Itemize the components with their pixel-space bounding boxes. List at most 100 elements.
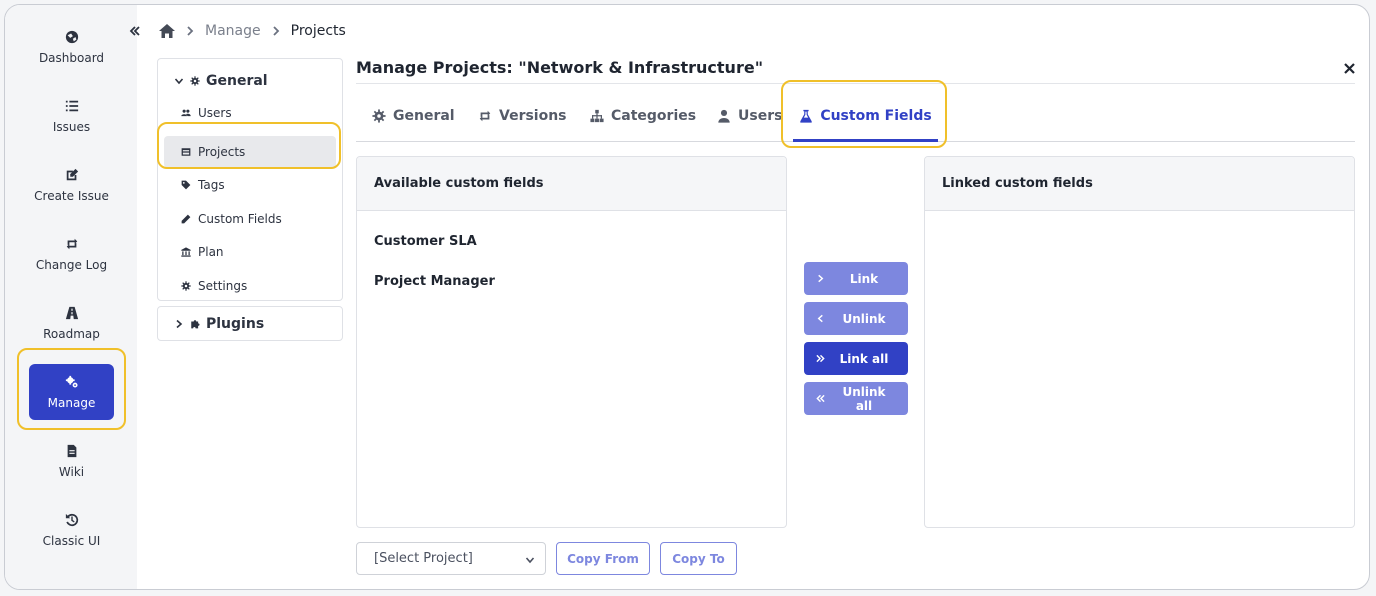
tab-categories[interactable]: Categories: [590, 91, 696, 141]
bank-icon: [181, 247, 191, 257]
double-chevron-right-icon: [815, 354, 825, 363]
nav-item-create-issue[interactable]: Create Issue: [29, 157, 114, 213]
breadcrumb-manage[interactable]: Manage: [205, 23, 261, 39]
nav-item-change-log[interactable]: Change Log: [29, 226, 114, 282]
list-icon: [65, 100, 78, 111]
tab-general[interactable]: General: [372, 91, 455, 141]
gear-icon: [372, 109, 386, 123]
breadcrumb: Manage Projects: [159, 23, 346, 39]
chevron-right-icon: [271, 26, 281, 36]
nav-item-dashboard[interactable]: Dashboard: [29, 19, 114, 75]
chevron-right-icon: [185, 26, 195, 36]
home-button[interactable]: [159, 23, 175, 39]
submenu-item-plan[interactable]: Plan: [164, 236, 336, 268]
tab-versions[interactable]: Versions: [478, 91, 567, 141]
linked-fields-header: Linked custom fields: [925, 157, 1354, 211]
unlink-button-label: Unlink: [842, 311, 886, 326]
tab-label: Users: [738, 108, 783, 124]
tab-label: Custom Fields: [820, 108, 932, 124]
submenu-item-custom-fields[interactable]: Custom Fields: [164, 203, 336, 235]
tab-custom-fields[interactable]: Custom Fields: [793, 91, 938, 141]
submenu-general-toggle[interactable]: General: [174, 73, 268, 89]
chevron-down-icon: [174, 78, 184, 85]
nav-label: Issues: [52, 119, 91, 134]
nav-label: Change Log: [35, 257, 108, 272]
submenu-item-settings[interactable]: Settings: [164, 270, 336, 302]
collapse-sidebar-button[interactable]: [127, 23, 143, 39]
nav-item-issues[interactable]: Issues: [29, 88, 114, 144]
copy-from-button[interactable]: Copy From: [556, 542, 650, 575]
submenu-item-projects[interactable]: Projects: [164, 136, 336, 168]
available-fields-panel: Available custom fields Customer SLA Pro…: [356, 156, 787, 528]
history-icon: [65, 513, 78, 526]
nav-label: Classic UI: [42, 533, 101, 548]
app-window: Dashboard Issues Create Issue Change Log…: [4, 4, 1370, 590]
pencil-icon: [181, 214, 191, 224]
table-icon: [181, 148, 191, 156]
submenu-item-users[interactable]: Users: [164, 97, 336, 129]
users-icon: [181, 109, 191, 117]
available-field-item[interactable]: Customer SLA: [374, 234, 477, 249]
submenu-item-label: Plan: [198, 245, 224, 259]
manage-submenu: General Users Projects Tags Custom Field…: [157, 58, 343, 301]
globe-icon: [65, 30, 78, 43]
chevron-left-icon: [817, 314, 823, 323]
submenu-item-label: Custom Fields: [198, 212, 282, 226]
active-tab-indicator: [793, 139, 938, 142]
submenu-plugins-toggle[interactable]: Plugins: [157, 306, 343, 341]
nav-label: Wiki: [58, 464, 85, 479]
nav-item-classic-ui[interactable]: Classic UI: [29, 502, 114, 558]
nav-item-manage[interactable]: Manage: [29, 364, 114, 420]
chevron-down-icon: [525, 557, 535, 564]
chevron-right-icon: [176, 319, 183, 328]
repeat-icon: [66, 238, 77, 249]
project-select-value: [Select Project]: [374, 551, 473, 566]
tab-users[interactable]: Users: [717, 91, 782, 141]
nav-label: Roadmap: [43, 326, 100, 341]
close-icon: [1343, 62, 1355, 74]
link-button-label: Link: [849, 271, 879, 286]
chevron-right-icon: [817, 274, 823, 283]
puzzle-icon: [191, 319, 200, 328]
user-icon: [718, 109, 730, 123]
nav-label: Manage: [47, 395, 96, 410]
breadcrumb-projects: Projects: [290, 23, 346, 39]
available-field-item[interactable]: Project Manager: [374, 274, 495, 289]
close-button[interactable]: [1341, 60, 1357, 76]
nav-item-roadmap[interactable]: Roadmap: [29, 295, 114, 351]
double-chevron-left-icon: [815, 394, 825, 403]
flask-icon: [800, 109, 812, 123]
project-select[interactable]: [Select Project]: [356, 542, 546, 575]
nav-label: Create Issue: [34, 188, 109, 203]
link-all-button[interactable]: Link all: [804, 342, 908, 375]
unlink-all-button[interactable]: Unlink all: [804, 382, 908, 415]
tab-label: General: [393, 108, 455, 124]
submenu-plugins-label: Plugins: [206, 315, 265, 332]
page-title: Manage Projects: "Network & Infrastructu…: [356, 58, 764, 77]
link-all-button-label: Link all: [839, 351, 889, 366]
submenu-item-label: Tags: [198, 178, 225, 192]
submenu-general-label: General: [206, 73, 268, 89]
divider: [356, 83, 1355, 84]
file-icon: [67, 444, 76, 457]
copy-to-button[interactable]: Copy To: [660, 542, 737, 575]
sitemap-icon: [590, 109, 604, 123]
main-nav: Dashboard Issues Create Issue Change Log…: [5, 5, 137, 589]
nav-label: Dashboard: [38, 50, 105, 65]
tab-label: Versions: [499, 108, 567, 124]
linked-fields-panel: Linked custom fields: [924, 156, 1355, 528]
double-chevron-left-icon: [129, 26, 140, 36]
tag-icon: [181, 180, 191, 190]
cogs-icon: [65, 375, 78, 388]
gear-icon: [181, 281, 191, 291]
home-icon: [159, 24, 175, 38]
tab-label: Categories: [611, 108, 697, 124]
road-icon: [65, 306, 78, 319]
submenu-item-tags[interactable]: Tags: [164, 169, 336, 201]
submenu-item-label: Projects: [198, 145, 246, 159]
nav-item-wiki[interactable]: Wiki: [29, 433, 114, 489]
gear-icon: [190, 76, 200, 86]
link-button[interactable]: Link: [804, 262, 908, 295]
unlink-button[interactable]: Unlink: [804, 302, 908, 335]
repeat-icon: [479, 110, 491, 122]
